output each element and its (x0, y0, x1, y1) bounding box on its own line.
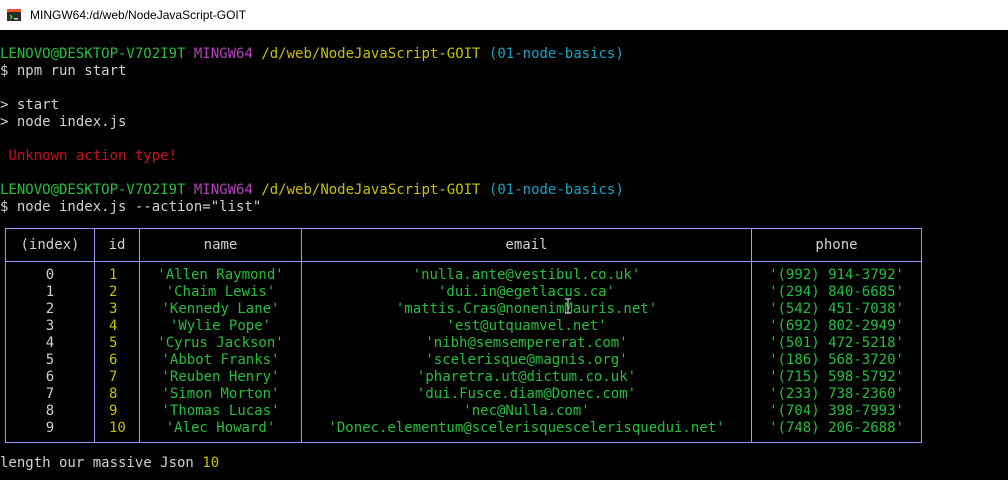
cell-name: 'Wylie Pope' (139, 318, 302, 335)
prompt-branch: (01-node-basics) (488, 182, 624, 198)
cell-index: 3 (5, 318, 95, 335)
table-row: 4 5 'Cyrus Jackson''nibh@semsempererat.com… (5, 335, 922, 352)
prompt-path: /d/web/NodeJavaScript-GOIT (261, 46, 481, 62)
cell-email: 'mattis.Cras@nonenimMauris.net' (301, 301, 752, 318)
footer-count: 10 (202, 455, 220, 471)
cell-phone: '(692) 802-2949' (751, 318, 922, 335)
cell-index: 7 (5, 386, 95, 403)
header-index: (index) (5, 228, 95, 262)
header-name: name (139, 228, 302, 262)
console-table: (index) id name email phone 0 1 'Allen Ray… (5, 228, 922, 443)
table-row: 3 4 'Wylie Pope''est@utquamvel.net' '(692) … (5, 318, 922, 335)
cell-email: 'nibh@semsempererat.com' (301, 335, 752, 352)
cell-phone: '(748) 206-2688' (751, 420, 922, 443)
cell-email: 'dui.Fusce.diam@Donec.com' (301, 386, 752, 403)
cell-name: 'Chaim Lewis' (139, 284, 302, 301)
command-line: $ npm run start (0, 63, 127, 79)
table-row: 0 1 'Allen Raymond''nulla.ante@vestibul.co… (5, 267, 922, 284)
cell-email: 'nulla.ante@vestibul.co.uk' (301, 267, 752, 284)
cell-id: 10 (94, 420, 140, 443)
cell-index: 4 (5, 335, 95, 352)
table-header-row: (index) id name email phone (5, 228, 922, 262)
table-row: 8 9 'Thomas Lucas''nec@Nulla.com' '(704) 39… (5, 403, 922, 420)
cell-index: 2 (5, 301, 95, 318)
cell-phone: '(233) 738-2360' (751, 386, 922, 403)
prompt-line: LENOVO@DESKTOP-V7O2I9T MINGW64 /d/web/No… (0, 182, 624, 199)
cell-id: 5 (94, 335, 140, 352)
cell-email: 'dui.in@egetlacus.ca' (301, 284, 752, 301)
cell-phone: '(704) 398-7993' (751, 403, 922, 420)
table-row: 1 2 'Chaim Lewis''dui.in@egetlacus.ca' '(29… (5, 284, 922, 301)
cell-index: 0 (5, 267, 95, 284)
cell-name: 'Cyrus Jackson' (139, 335, 302, 352)
cell-id: 7 (94, 369, 140, 386)
cell-phone: '(186) 568-3720' (751, 352, 922, 369)
cell-phone: '(992) 914-3792' (751, 267, 922, 284)
header-id: id (94, 228, 140, 262)
prompt-user: LENOVO@DESKTOP-V7O2I9T (0, 46, 186, 62)
table-row: 6 7 'Reuben Henry''pharetra.ut@dictum.co.u… (5, 369, 922, 386)
footer-line: length our massive Json 10 (0, 455, 219, 472)
cell-email: 'pharetra.ut@dictum.co.uk' (301, 369, 752, 386)
cell-name: 'Alec Howard' (139, 420, 302, 443)
cell-id: 9 (94, 403, 140, 420)
table-row: 7 8 'Simon Morton''dui.Fusce.diam@Donec.co… (5, 386, 922, 403)
prompt-line: LENOVO@DESKTOP-V7O2I9T MINGW64 /d/web/No… (0, 46, 624, 63)
prompt-user: LENOVO@DESKTOP-V7O2I9T (0, 182, 186, 198)
cell-email: 'nec@Nulla.com' (301, 403, 752, 420)
cell-index: 5 (5, 352, 95, 369)
cell-id: 4 (94, 318, 140, 335)
window-titlebar[interactable]: MINGW64:/d/web/NodeJavaScript-GOIT (0, 0, 1008, 31)
window-title: MINGW64:/d/web/NodeJavaScript-GOIT (30, 8, 247, 22)
output-line: > node index.js (0, 114, 127, 130)
ibeam-cursor-icon (565, 298, 571, 314)
cell-name: 'Thomas Lucas' (139, 403, 302, 420)
error-message: Unknown action type! (0, 148, 178, 164)
cell-index: 8 (5, 403, 95, 420)
cell-name: 'Allen Raymond' (139, 267, 302, 284)
header-phone: phone (751, 228, 922, 262)
footer-label: length our massive Json (0, 455, 203, 471)
cell-id: 3 (94, 301, 140, 318)
table-row: 9 10 'Alec Howard' 'Donec.elementum@sceleri… (5, 420, 922, 443)
prompt-shell: MINGW64 (193, 182, 253, 198)
terminal-area[interactable]: LENOVO@DESKTOP-V7O2I9T MINGW64 /d/web/No… (0, 30, 1008, 480)
prompt-shell: MINGW64 (193, 46, 253, 62)
cell-name: 'Simon Morton' (139, 386, 302, 403)
table-row: 5 6 'Abbot Franks''scelerisque@magnis.org'… (5, 352, 922, 369)
cell-id: 8 (94, 386, 140, 403)
cell-name: 'Reuben Henry' (139, 369, 302, 386)
cell-id: 1 (94, 267, 140, 284)
table-row: 2 3 'Kennedy Lane''mattis.Cras@nonenimMaur… (5, 301, 922, 318)
cell-email: 'Donec.elementum@scelerisquescelerisqued… (301, 420, 752, 443)
cell-phone: '(542) 451-7038' (751, 301, 922, 318)
command-line: $ node index.js --action="list" (0, 199, 262, 215)
cell-name: 'Kennedy Lane' (139, 301, 302, 318)
cell-id: 6 (94, 352, 140, 369)
cell-email: 'est@utquamvel.net' (301, 318, 752, 335)
cell-phone: '(501) 472-5218' (751, 335, 922, 352)
cell-email: 'scelerisque@magnis.org' (301, 352, 752, 369)
cell-index: 9 (5, 420, 95, 443)
prompt-path: /d/web/NodeJavaScript-GOIT (261, 182, 481, 198)
header-email: email (301, 228, 752, 262)
cell-id: 2 (94, 284, 140, 301)
prompt-branch: (01-node-basics) (488, 46, 624, 62)
cell-index: 1 (5, 284, 95, 301)
cell-index: 6 (5, 369, 95, 386)
git-bash-icon (7, 9, 21, 21)
cell-phone: '(715) 598-5792' (751, 369, 922, 386)
cell-phone: '(294) 840-6685' (751, 284, 922, 301)
cell-name: 'Abbot Franks' (139, 352, 302, 369)
output-line: > start (0, 97, 60, 113)
